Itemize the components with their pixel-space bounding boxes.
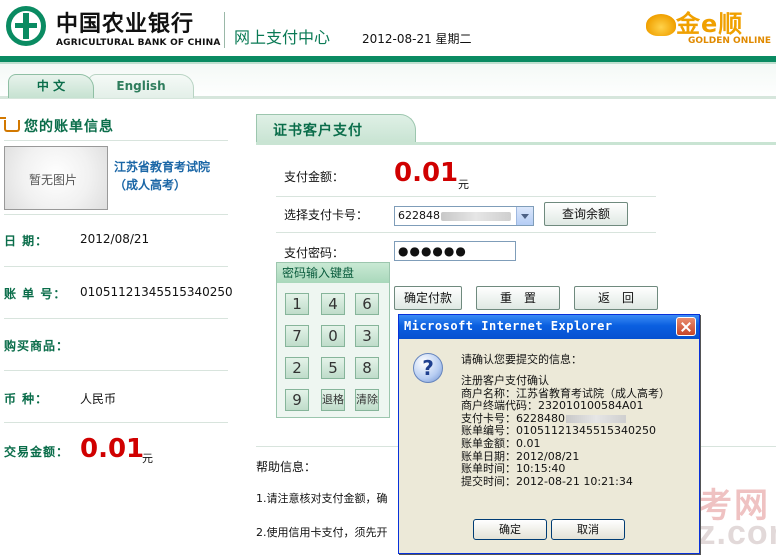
tab-english[interactable]: English	[88, 74, 194, 98]
partner-logo-cn: 金e顺	[676, 10, 744, 38]
question-icon: ?	[413, 353, 443, 383]
pay-amount-value: 0.01	[394, 158, 459, 188]
transaction-amount-label: 交易金额：	[4, 445, 70, 459]
certificate-payment-title: 证书客户支付	[273, 123, 363, 139]
dialog-details: 注册客户支付确认 商户名称：江苏省教育考试院（成人高考） 商户终端代码：2320…	[461, 374, 670, 488]
partner-logo-en: GOLDEN ONLINE	[688, 36, 772, 46]
keypad-key[interactable]: 8	[355, 357, 379, 379]
card-number-select[interactable]: 622848	[394, 206, 534, 226]
divider	[276, 232, 656, 233]
divider	[4, 266, 228, 267]
ok-button[interactable]: 确定	[473, 519, 547, 540]
keypad-key[interactable]: 4	[321, 293, 345, 315]
password-input[interactable]: ●●●●●●	[394, 241, 516, 261]
close-icon[interactable]	[676, 317, 696, 336]
divider	[4, 140, 228, 141]
transaction-amount-value: 0.01	[80, 434, 145, 464]
dialog-titlebar[interactable]: Microsoft Internet Explorer	[399, 315, 699, 339]
keypad-key[interactable]: 6	[355, 293, 379, 315]
currency-label: 币 种：	[4, 392, 49, 406]
header-divider	[224, 12, 225, 48]
dialog-message: 请确认您要提交的信息：	[461, 353, 582, 366]
help-item-2: 2.使用信用卡支付，须先开	[256, 526, 388, 539]
keypad-key[interactable]: 1	[285, 293, 309, 315]
password-label: 支付密码：	[284, 246, 345, 260]
cart-icon	[0, 117, 20, 132]
bill-number-value: 01051121345515340250	[80, 285, 233, 299]
back-button[interactable]: 返 回	[574, 286, 658, 310]
keypad-title: 密码输入键盘	[277, 263, 389, 283]
page-header: 中国农业银行 AGRICULTURAL BANK OF CHINA 网上支付中心…	[0, 0, 776, 60]
header-date: 2012-08-21 星期二	[362, 32, 472, 46]
confirm-dialog: Microsoft Internet Explorer ? 请确认您要提交的信息…	[398, 314, 700, 554]
detail-line: 账单时间：10:15:40	[461, 462, 566, 476]
bill-number-label: 账 单 号：	[4, 287, 67, 301]
password-keypad: 密码输入键盘 1 4 6 7 0 3 2 5 8 9 退格 清除	[276, 262, 390, 418]
pay-amount-unit: 元	[458, 178, 469, 191]
detail-line: 账单金额：0.01	[461, 436, 541, 450]
keypad-clear-key[interactable]: 清除	[355, 389, 379, 411]
keypad-key[interactable]: 2	[285, 357, 309, 379]
reset-button[interactable]: 重 置	[476, 286, 560, 310]
chevron-down-icon[interactable]	[516, 207, 533, 225]
tab-chinese[interactable]: 中 文	[8, 74, 94, 98]
keypad-backspace-key[interactable]: 退格	[321, 389, 345, 411]
merchant-name: 江苏省教育考试院（成人高考）	[114, 160, 211, 192]
dialog-title: Microsoft Internet Explorer	[404, 319, 613, 333]
abc-logo-icon	[6, 6, 46, 46]
card-number-label: 选择支付卡号：	[284, 208, 369, 222]
masked-card-digits	[441, 212, 511, 221]
bank-name-en: AGRICULTURAL BANK OF CHINA	[56, 38, 221, 48]
confirm-pay-button[interactable]: 确定付款	[394, 286, 462, 310]
no-image-text: 暂无图片	[29, 173, 78, 187]
pay-amount-label: 支付金额：	[284, 170, 345, 184]
divider	[4, 370, 228, 371]
transaction-amount-unit: 元	[142, 452, 153, 465]
divider	[4, 422, 228, 423]
divider	[276, 196, 656, 197]
bank-name-cn: 中国农业银行	[56, 12, 195, 37]
masked-card-digits	[566, 414, 626, 423]
bill-date-label: 日 期：	[4, 234, 49, 248]
keypad-key[interactable]: 9	[285, 389, 309, 411]
keypad-key[interactable]: 7	[285, 325, 309, 347]
keypad-key[interactable]: 5	[321, 357, 345, 379]
cancel-button[interactable]: 取消	[551, 519, 625, 540]
certificate-payment-tab: 证书客户支付	[256, 114, 416, 142]
detail-line: 提交时间：2012-08-21 10:21:34	[461, 474, 633, 488]
divider	[4, 214, 228, 215]
goods-label: 购买商品：	[4, 339, 70, 353]
bill-date-value: 2012/08/21	[80, 232, 150, 246]
card-number-value: 622848	[398, 209, 440, 222]
divider	[4, 318, 228, 319]
keypad-key[interactable]: 0	[321, 325, 345, 347]
bill-info-title: 您的账单信息	[24, 119, 114, 135]
query-balance-button[interactable]: 查询余额	[544, 202, 628, 226]
detail-card-text: 支付卡号：6228480	[461, 411, 565, 425]
keypad-key[interactable]: 3	[355, 325, 379, 347]
help-title: 帮助信息：	[256, 460, 317, 474]
help-item-1: 1.请注意核对支付金额，确	[256, 492, 388, 505]
merchant-image-placeholder: 暂无图片	[4, 146, 108, 210]
detail-line: 注册客户支付确认	[461, 374, 549, 387]
currency-value: 人民币	[80, 392, 117, 406]
center-title: 网上支付中心	[234, 28, 331, 47]
gold-ingot-icon	[646, 14, 676, 36]
